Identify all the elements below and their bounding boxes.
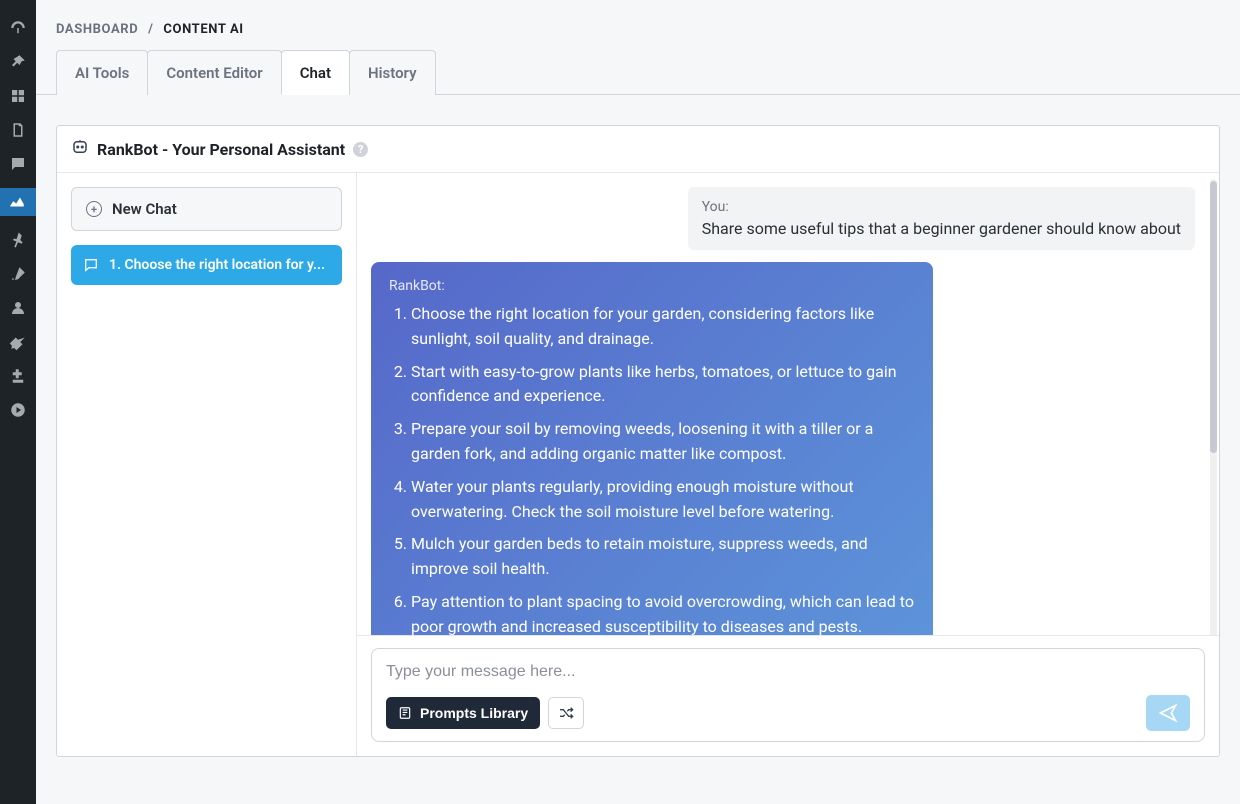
bot-tip: Water your plants regularly, providing e… [411,475,915,525]
bot-tip: Pay attention to plant spacing to avoid … [411,590,915,640]
tabs: AI Tools Content Editor Chat History [36,49,1240,95]
plus-icon: + [86,201,102,217]
new-chat-label: New Chat [112,200,177,218]
brain-icon [71,138,89,160]
panel-title: RankBot - Your Personal Assistant [97,140,345,159]
conversation-area: You: Share some useful tips that a begin… [357,173,1219,756]
user-label: You: [702,199,1181,215]
tools-icon[interactable] [8,332,28,352]
seo-icon[interactable] [0,188,36,216]
panel-header: RankBot - Your Personal Assistant ? [57,126,1219,173]
bot-tip: Choose the right location for your garde… [411,302,915,352]
chat-panel: RankBot - Your Personal Assistant ? + Ne… [56,125,1220,757]
prompts-library-label: Prompts Library [420,705,528,721]
pin-icon[interactable] [8,52,28,72]
brush-icon[interactable] [8,264,28,284]
tab-history[interactable]: History [349,50,436,95]
tab-chat[interactable]: Chat [281,50,350,95]
comments-icon[interactable] [8,154,28,174]
admin-sidebar [0,0,36,804]
chat-item-label: 1. Choose the right location for y... [109,257,325,273]
tab-content-editor[interactable]: Content Editor [147,50,281,95]
pages-icon[interactable] [8,120,28,140]
new-chat-button[interactable]: + New Chat [71,187,342,231]
play-icon[interactable] [8,400,28,420]
plugins-icon[interactable] [8,366,28,386]
chat-bubble-icon [83,257,99,273]
regenerate-button[interactable] [548,697,584,729]
chat-list-sidebar: + New Chat 1. Choose the right location … [57,173,357,756]
bot-tip: Start with easy-to-grow plants like herb… [411,360,915,410]
user-text: Share some useful tips that a beginner g… [702,219,1181,238]
bot-tips-list: Choose the right location for your garde… [389,302,915,640]
user-message: You: Share some useful tips that a begin… [688,187,1195,250]
help-icon[interactable]: ? [353,142,368,157]
prompts-library-button[interactable]: Prompts Library [386,697,540,729]
shuffle-icon [558,705,574,721]
breadcrumb-sep: / [148,22,153,37]
media-icon[interactable] [8,86,28,106]
composer: Prompts Library [357,635,1219,756]
send-icon [1158,703,1178,723]
bot-label: RankBot: [389,278,915,294]
breadcrumb-current: CONTENT AI [163,22,243,37]
breadcrumb: DASHBOARD / CONTENT AI [36,0,1240,49]
pin2-icon[interactable] [8,230,28,250]
tab-ai-tools[interactable]: AI Tools [56,50,148,95]
chat-list-item[interactable]: 1. Choose the right location for y... [71,245,342,285]
message-input[interactable] [386,661,1190,695]
library-icon [398,706,412,720]
users-icon[interactable] [8,298,28,318]
send-button[interactable] [1146,695,1190,731]
bot-tip: Prepare your soil by removing weeds, loo… [411,417,915,467]
bot-tip: Mulch your garden beds to retain moistur… [411,532,915,582]
main-content: DASHBOARD / CONTENT AI AI Tools Content … [36,0,1240,804]
breadcrumb-root[interactable]: DASHBOARD [56,22,138,37]
dashboard-icon[interactable] [8,18,28,38]
bot-message: RankBot: Choose the right location for y… [371,262,933,668]
